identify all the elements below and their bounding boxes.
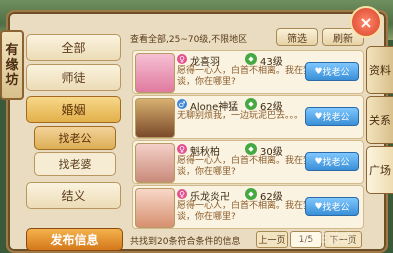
level-icon: ◆ xyxy=(245,53,257,65)
find-husband-button[interactable]: ♥ 找老公 xyxy=(305,107,359,126)
player-card: ♀ 魁秋柏 ◆ 30级 愿得一心人，白首不相离。我在梦谈，你在哪里? ♥ 找老公 xyxy=(132,140,364,184)
menu-item-mentor[interactable]: 师徒 xyxy=(26,64,121,91)
find-husband-button[interactable]: ♥ 找老公 xyxy=(305,152,359,171)
level-icon: ◆ xyxy=(245,98,257,110)
tab-profile[interactable]: 资料 xyxy=(366,46,393,94)
tab-label: 广场 xyxy=(369,163,391,177)
result-count: 共找到20条符合条件的信息 xyxy=(130,237,241,247)
action-label: 找老公 xyxy=(322,203,350,213)
publish-info-button[interactable]: 发布信息 xyxy=(26,228,123,251)
female-icon: ♀ xyxy=(177,189,187,199)
category-menu: 全部 师徒 婚姻 找老公 找老婆 结义 xyxy=(26,30,121,249)
action-label: 找老公 xyxy=(322,113,350,123)
menu-item-marriage[interactable]: 婚姻 xyxy=(26,96,121,123)
female-icon: ♀ xyxy=(177,144,187,154)
player-card: ♀ 乐龙炎卍 ◆ 62级 愿得一心人，白首不相离。我在梦谈，你在哪里? ♥ 找老公 xyxy=(132,185,364,229)
close-icon[interactable]: × xyxy=(350,6,382,38)
male-icon: ♂ xyxy=(177,99,187,109)
tab-label: 关系 xyxy=(369,113,391,127)
tab-relations[interactable]: 关系 xyxy=(366,96,393,144)
filter-button[interactable]: 筛选 xyxy=(276,28,318,46)
panel-title-banner: 有 缘 坊 xyxy=(0,30,24,100)
avatar xyxy=(135,53,175,93)
title-char-3: 坊 xyxy=(5,72,19,88)
watermark: 9PE游戏 xyxy=(300,232,354,247)
level-icon: ◆ xyxy=(245,143,257,155)
menu-item-sworn[interactable]: 结义 xyxy=(26,182,121,209)
player-message: 愿得一心人，白首不相离。我在梦谈，你在哪里? xyxy=(177,201,313,222)
player-message: 无聊别烦我，一边玩泥巴去。。。 xyxy=(177,111,304,121)
player-card: ♂ Alone神猛 ◆ 62级 无聊别烦我，一边玩泥巴去。。。 ♥ 找老公 xyxy=(132,95,364,139)
prev-page-button[interactable]: 上一页 xyxy=(256,231,288,248)
player-message: 愿得一心人，白首不相离。我在梦谈，你在哪里? xyxy=(177,156,313,177)
avatar xyxy=(135,188,175,228)
tab-label: 资料 xyxy=(369,63,391,77)
find-husband-button[interactable]: ♥ 找老公 xyxy=(305,62,359,81)
menu-item-all[interactable]: 全部 xyxy=(26,34,121,61)
tab-plaza[interactable]: 广场 xyxy=(366,146,393,194)
player-message: 愿得一心人，白首不相离。我在梦谈，你在哪里? xyxy=(177,66,313,87)
title-char-1: 有 xyxy=(5,42,19,58)
title-char-2: 缘 xyxy=(5,57,19,73)
female-icon: ♀ xyxy=(177,54,187,64)
action-label: 找老公 xyxy=(322,68,350,78)
action-label: 找老公 xyxy=(322,158,350,168)
player-card: ♀ 龙喜羽 ◆ 43级 愿得一心人，白首不相离。我在梦谈，你在哪里? ♥ 找老公 xyxy=(132,50,364,94)
level-icon: ◆ xyxy=(245,188,257,200)
avatar xyxy=(135,143,175,183)
avatar xyxy=(135,98,175,138)
menu-item-find-husband[interactable]: 找老公 xyxy=(34,126,116,150)
filter-summary: 查看全部,25~70级,不限地区 xyxy=(130,35,248,45)
menu-item-find-wife[interactable]: 找老婆 xyxy=(34,152,116,176)
player-list-area: 查看全部,25~70级,不限地区 筛选 刷新 ♀ 龙喜羽 ◆ 43级 愿得一心人… xyxy=(126,28,366,249)
find-husband-button[interactable]: ♥ 找老公 xyxy=(305,197,359,216)
